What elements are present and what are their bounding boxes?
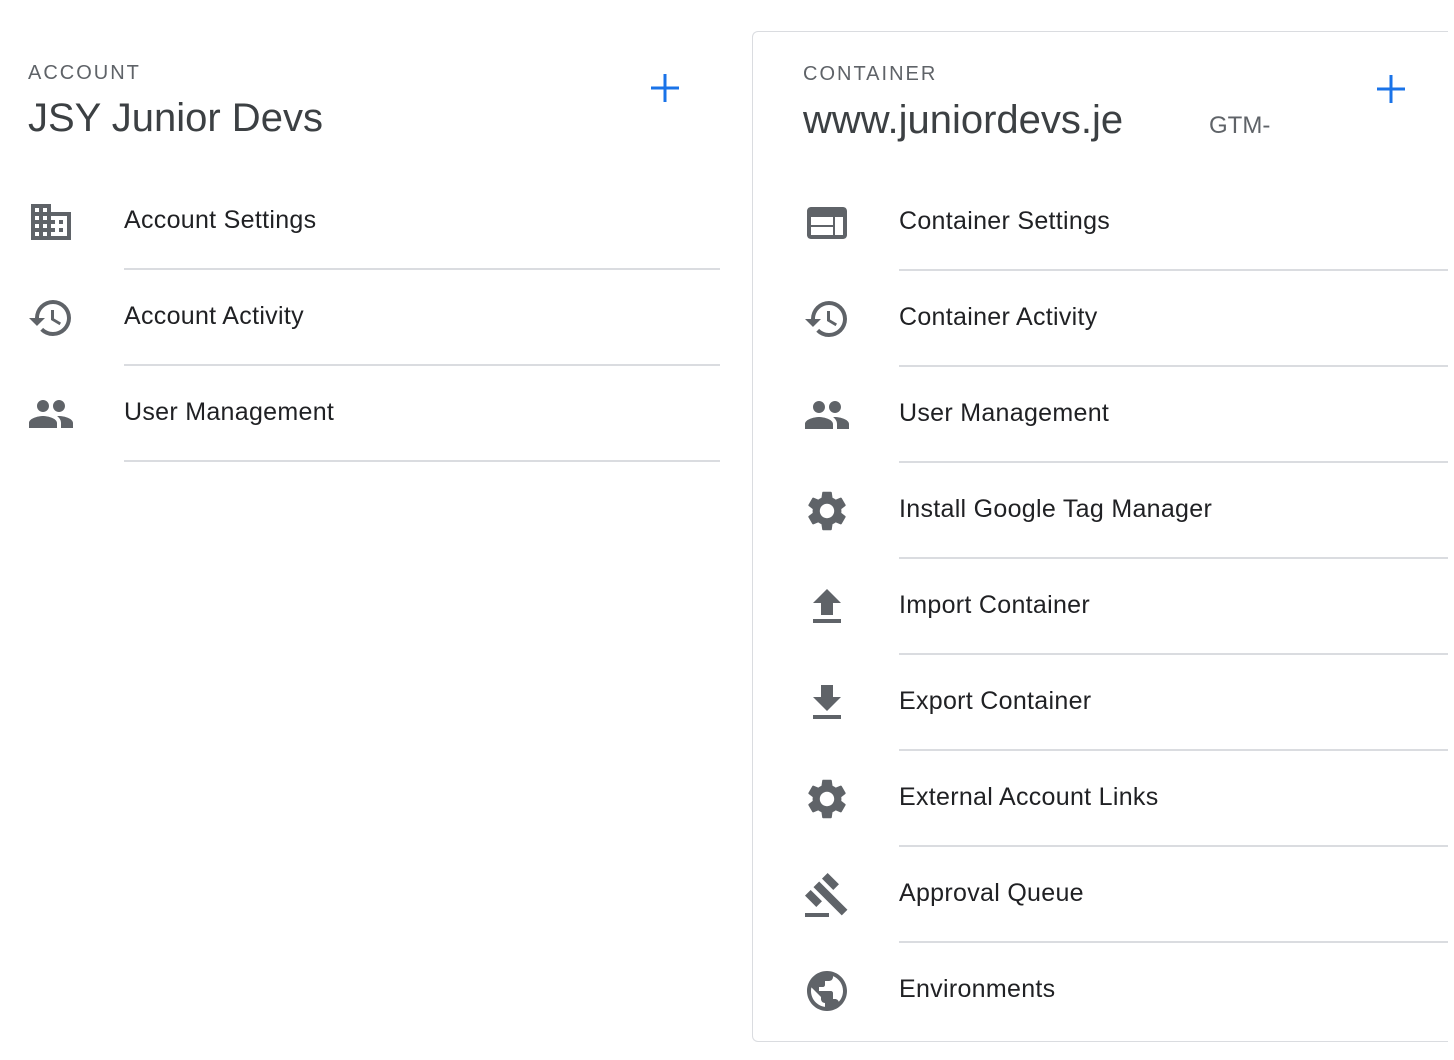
plus-icon [1377,75,1405,103]
download-icon [803,679,851,727]
account-settings-item[interactable]: Account Settings [0,174,730,270]
container-settings-item[interactable]: Container Settings [753,175,1448,271]
account-settings-label: Account Settings [124,206,317,234]
container-user-management-label: User Management [899,399,1110,427]
container-column: CONTAINER www.juniordevs.je GTM- Contain… [752,31,1448,1042]
container-user-management-item[interactable]: User Management [753,367,1448,463]
account-activity-item[interactable]: Account Activity [0,270,730,366]
building-icon [27,198,75,246]
external-account-links-label: External Account Links [899,783,1159,811]
approval-queue-label: Approval Queue [899,879,1084,907]
import-container-item[interactable]: Import Container [753,559,1448,655]
container-settings-label: Container Settings [899,207,1111,235]
account-activity-label: Account Activity [124,302,304,330]
gavel-icon [803,871,851,919]
account-menu: Account Settings Account Activity User M… [0,174,730,462]
container-section-label: CONTAINER [803,63,938,85]
environments-item[interactable]: Environments [753,943,1448,1039]
add-container-button[interactable] [1369,67,1413,111]
upload-icon [803,583,851,631]
container-activity-label: Container Activity [899,303,1098,331]
history-icon [27,294,75,342]
export-container-item[interactable]: Export Container [753,655,1448,751]
install-gtm-item[interactable]: Install Google Tag Manager [753,463,1448,559]
external-account-links-item[interactable]: External Account Links [753,751,1448,847]
people-icon [27,390,75,438]
globe-icon [803,967,851,1015]
export-container-label: Export Container [899,687,1092,715]
divider [124,460,720,462]
account-column: ACCOUNT JSY Junior Devs Account Settings… [0,0,730,1060]
import-container-label: Import Container [899,591,1090,619]
container-activity-item[interactable]: Container Activity [753,271,1448,367]
plus-icon [651,74,679,102]
gear-icon [803,487,851,535]
account-name: JSY Junior Devs [28,96,323,140]
container-name: www.juniordevs.je [803,98,1124,142]
container-id: GTM- [1209,112,1271,139]
add-account-button[interactable] [643,66,687,110]
gear-icon [803,775,851,823]
people-icon [803,391,851,439]
account-user-management-label: User Management [124,398,335,426]
environments-label: Environments [899,975,1056,1003]
history-icon [803,295,851,343]
account-section-label: ACCOUNT [28,62,141,84]
container-menu: Container Settings Container Activity Us… [753,175,1448,1039]
approval-queue-item[interactable]: Approval Queue [753,847,1448,943]
install-gtm-label: Install Google Tag Manager [899,495,1213,523]
web-layout-icon [803,199,851,247]
account-user-management-item[interactable]: User Management [0,366,730,462]
